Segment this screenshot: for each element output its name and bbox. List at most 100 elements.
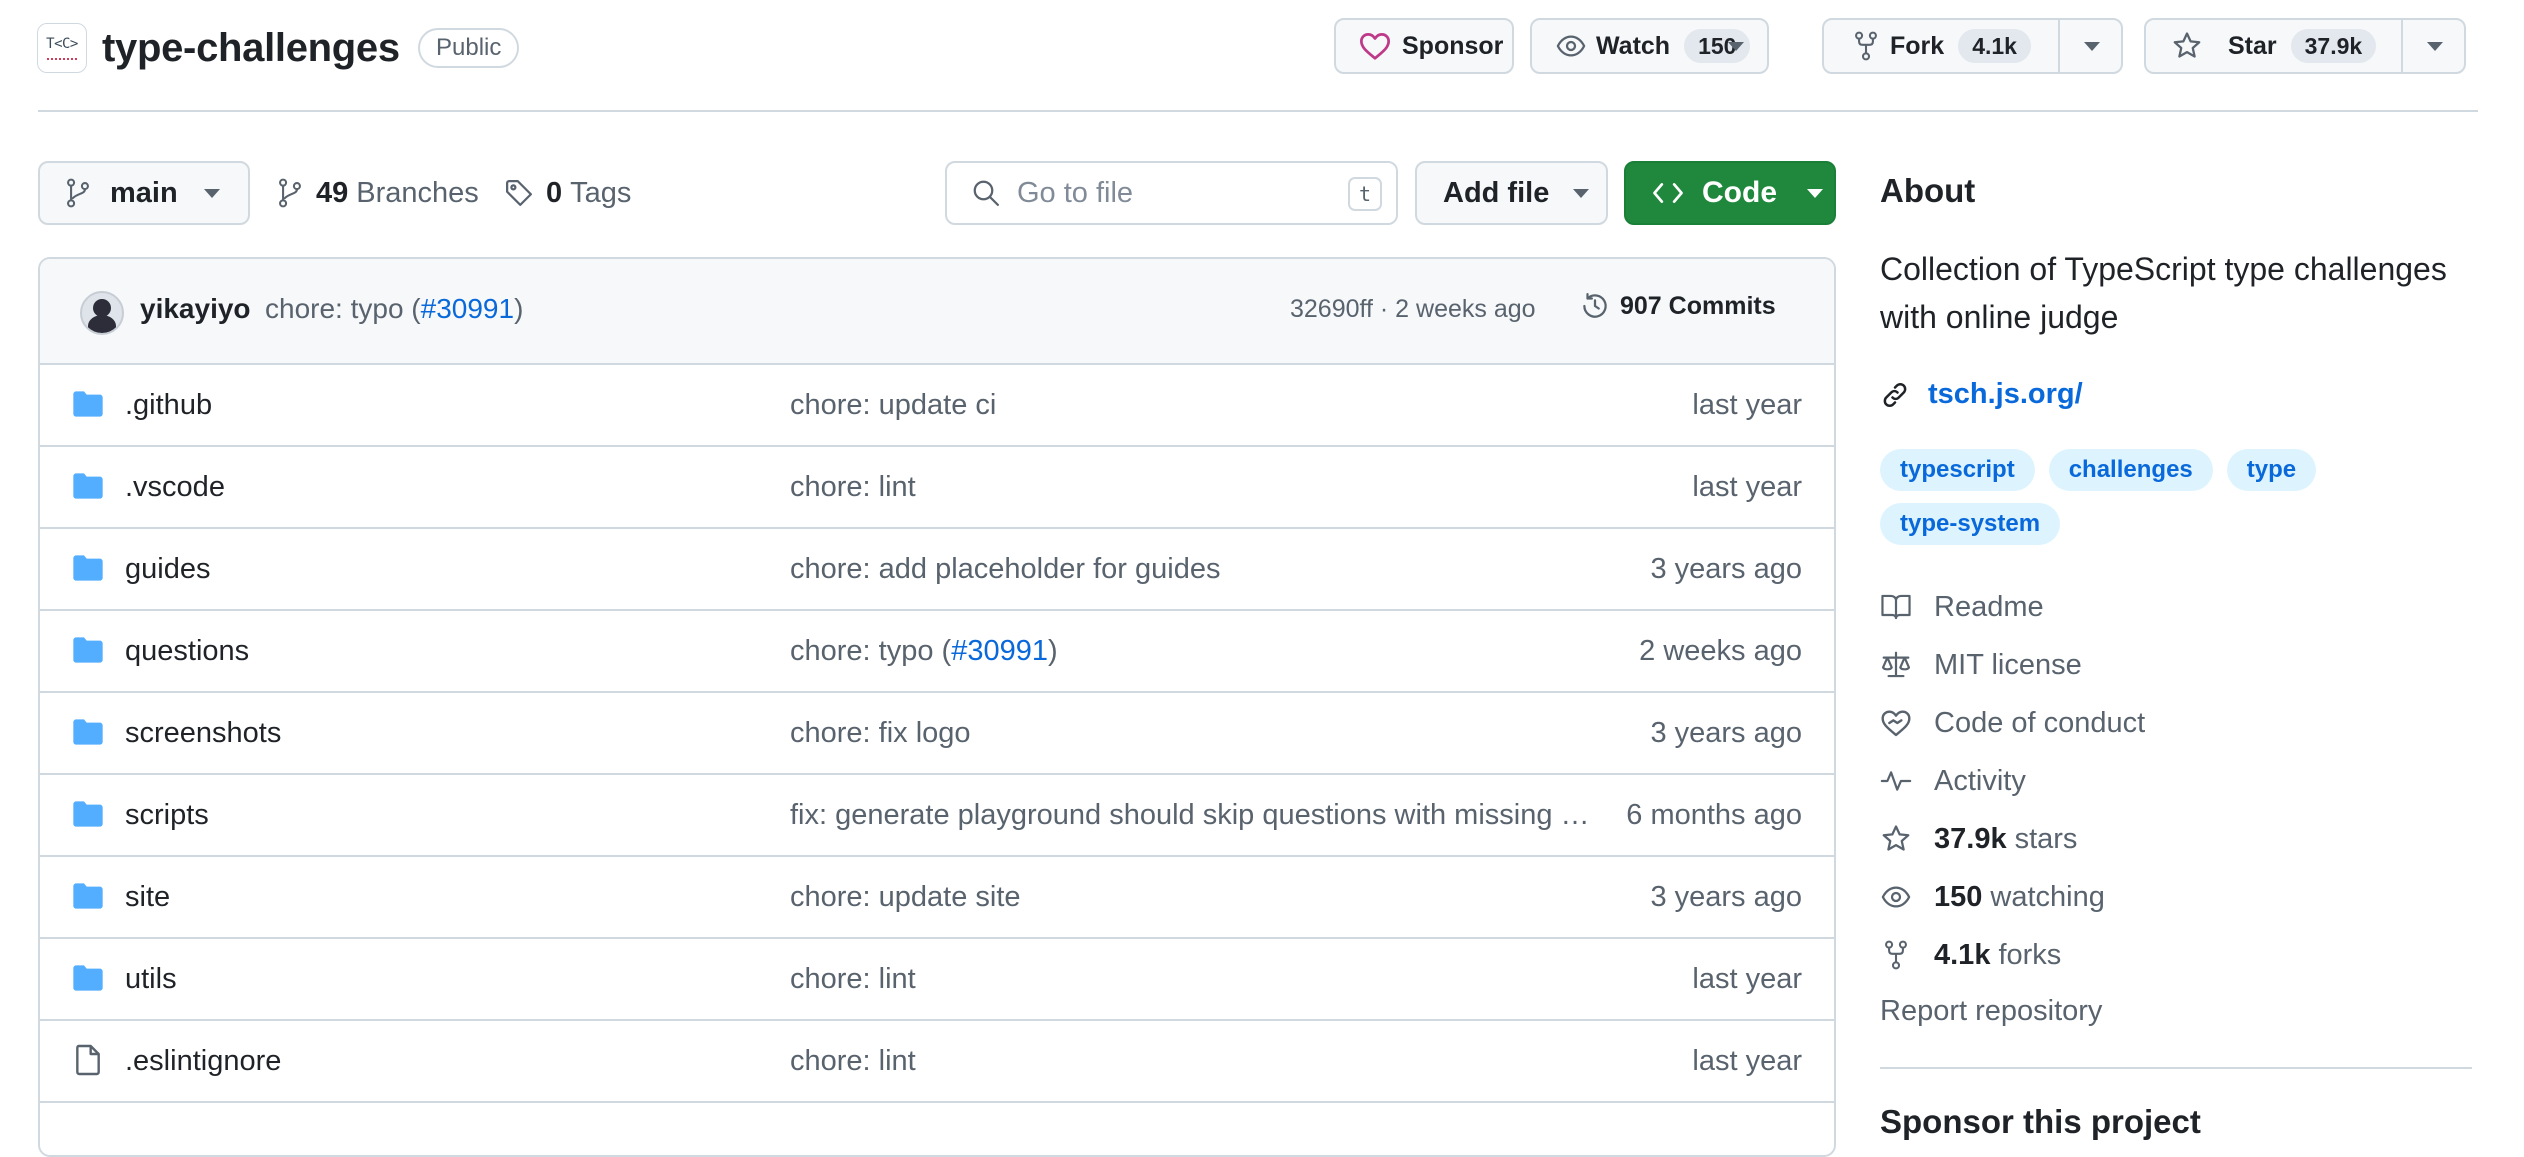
file-commit-message[interactable]: chore: lint xyxy=(790,1045,1595,1078)
sidebar-divider xyxy=(1880,1067,2472,1069)
branch-caret xyxy=(203,188,220,198)
activity-link[interactable]: Activity xyxy=(1880,761,2026,801)
file-name-link[interactable]: scripts xyxy=(125,799,209,832)
file-name-link[interactable]: .github xyxy=(125,389,212,422)
file-age: 3 years ago xyxy=(1650,717,1802,749)
commits-link[interactable]: 907 Commits xyxy=(1580,291,1776,321)
book-icon xyxy=(1880,592,1912,622)
table-row[interactable]: utils chore: lint last year xyxy=(40,939,1834,1021)
tags-label: Tags xyxy=(570,176,632,209)
homepage-link[interactable]: tsch.js.org/ xyxy=(1880,378,2083,411)
file-icon xyxy=(74,1044,102,1076)
avatar[interactable] xyxy=(80,291,124,335)
watch-label: Watch xyxy=(1596,31,1671,60)
sponsor-label: Sponsor xyxy=(1402,31,1504,60)
tags-link[interactable]: 0 Tags xyxy=(504,168,631,218)
readme-link[interactable]: Readme xyxy=(1880,587,2044,627)
file-commit-message-prefix: chore: typo ( xyxy=(790,635,952,667)
license-label: MIT license xyxy=(1934,648,2082,681)
file-commit-message[interactable]: chore: fix logo xyxy=(790,717,1595,750)
watch-button[interactable]: Watch 150 xyxy=(1530,18,1769,74)
file-age: 2 weeks ago xyxy=(1639,635,1802,667)
topic-tag[interactable]: type-system xyxy=(1880,503,2061,545)
file-commit-message[interactable]: chore: typo (#30991) xyxy=(790,635,1595,668)
code-button[interactable]: Code xyxy=(1624,161,1836,225)
folder-icon xyxy=(72,636,104,664)
folder-icon xyxy=(72,964,104,992)
repo-owner-avatar[interactable]: T<C> xyxy=(37,23,87,73)
branches-link[interactable]: 49 Branches xyxy=(276,168,479,218)
repo-name-link[interactable]: type-challenges xyxy=(102,22,400,74)
link-icon xyxy=(1880,380,1910,410)
table-row[interactable]: .github chore: update ci last year xyxy=(40,365,1834,447)
license-link[interactable]: MIT license xyxy=(1880,645,2082,685)
table-row[interactable]: guides chore: add placeholder for guides… xyxy=(40,529,1834,611)
watching-count: 150 xyxy=(1934,880,1983,913)
file-commit-message[interactable]: chore: update site xyxy=(790,881,1595,914)
table-row[interactable]: .vscode chore: lint last year xyxy=(40,447,1834,529)
commit-message-prefix: chore: typo ( xyxy=(265,293,421,324)
file-commit-pr-link[interactable]: #30991 xyxy=(951,635,1048,667)
fork-button[interactable]: Fork 4.1k xyxy=(1822,18,2123,74)
table-row[interactable]: screenshots chore: fix logo 3 years ago xyxy=(40,693,1834,775)
folder-icon xyxy=(72,554,104,582)
file-name-link[interactable]: guides xyxy=(125,553,210,586)
stars-link[interactable]: 37.9k stars xyxy=(1880,819,2077,859)
file-commit-message[interactable]: chore: lint xyxy=(790,471,1595,504)
topic-tag[interactable]: typescript xyxy=(1880,449,2035,491)
branch-selector[interactable]: main xyxy=(38,161,250,225)
code-of-conduct-link[interactable]: Code of conduct xyxy=(1880,703,2145,743)
table-row[interactable]: questions chore: typo (#30991) 2 weeks a… xyxy=(40,611,1834,693)
logo-squiggle xyxy=(47,54,77,60)
file-name-link[interactable]: screenshots xyxy=(125,717,281,750)
sponsor-button[interactable]: Sponsor xyxy=(1334,18,1514,74)
file-name-link[interactable]: site xyxy=(125,881,170,914)
file-name-link[interactable]: .eslintignore xyxy=(125,1045,281,1078)
topic-tag[interactable]: type xyxy=(2226,449,2317,491)
branch-name: main xyxy=(110,176,178,209)
activity-label: Activity xyxy=(1934,764,2026,797)
file-name-link[interactable]: utils xyxy=(125,963,177,996)
commit-message[interactable]: chore: typo (#30991) xyxy=(265,293,523,325)
star-button[interactable]: Star 37.9k xyxy=(2144,18,2466,74)
watch-dropdown-caret xyxy=(1723,20,1749,72)
code-caret xyxy=(1807,188,1823,198)
folder-icon xyxy=(72,390,104,418)
table-row[interactable]: scripts fix: generate playground should … xyxy=(40,775,1834,857)
go-to-file[interactable]: t xyxy=(945,161,1398,225)
file-age: 3 years ago xyxy=(1650,553,1802,585)
branches-count: 49 xyxy=(316,176,349,209)
file-name-link[interactable]: questions xyxy=(125,635,249,668)
file-commit-message[interactable]: chore: update ci xyxy=(790,389,1595,422)
forks-link[interactable]: 4.1k forks xyxy=(1880,935,2061,975)
watching-label: watching xyxy=(1990,880,2105,913)
folder-icon xyxy=(72,718,104,746)
star-icon xyxy=(1880,824,1912,854)
commits-count: 907 Commits xyxy=(1620,291,1776,320)
star-dropdown-caret[interactable] xyxy=(2403,20,2466,72)
add-file-label: Add file xyxy=(1443,176,1550,209)
add-file-button[interactable]: Add file xyxy=(1415,161,1608,225)
table-row[interactable]: .eslintignore chore: lint last year xyxy=(40,1021,1834,1103)
file-commit-message[interactable]: chore: lint xyxy=(790,963,1595,996)
file-age: last year xyxy=(1692,963,1802,995)
add-file-caret xyxy=(1573,188,1590,198)
fork-icon xyxy=(1880,940,1912,970)
topic-tag[interactable]: challenges xyxy=(2048,449,2213,491)
file-commit-message[interactable]: chore: add placeholder for guides xyxy=(790,553,1595,586)
commit-meta[interactable]: 32690ff · 2 weeks ago xyxy=(1290,295,1536,324)
table-row[interactable]: site chore: update site 3 years ago xyxy=(40,857,1834,939)
conduct-label: Code of conduct xyxy=(1934,706,2146,739)
git-branch-icon xyxy=(276,178,304,208)
report-repository-link[interactable]: Report repository xyxy=(1880,995,2102,1028)
commit-pr-link[interactable]: #30991 xyxy=(421,293,514,324)
readme-label: Readme xyxy=(1934,590,2044,623)
file-name-link[interactable]: .vscode xyxy=(125,471,225,504)
fork-dropdown-caret[interactable] xyxy=(2060,20,2123,72)
repo-logo-text: T<C> xyxy=(46,35,78,52)
file-age: 6 months ago xyxy=(1626,799,1802,831)
file-commit-message[interactable]: fix: generate playground should skip que… xyxy=(790,799,1595,832)
go-to-file-input[interactable] xyxy=(1015,175,1319,211)
commit-author-link[interactable]: yikayiyo xyxy=(140,293,251,325)
watching-link[interactable]: 150 watching xyxy=(1880,877,2105,917)
